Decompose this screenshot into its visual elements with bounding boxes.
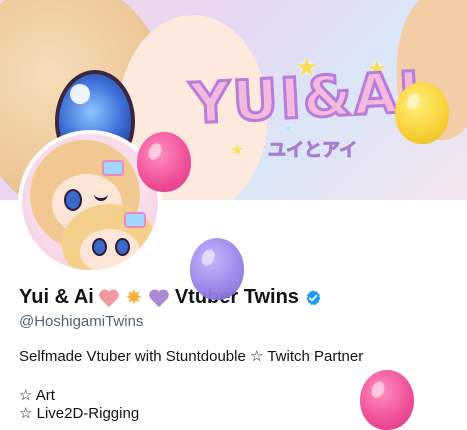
avatar-eye [64, 189, 82, 211]
pink-balloon-icon [137, 132, 191, 192]
hair-bow-icon [102, 160, 124, 176]
avatar-character2-face [80, 229, 140, 270]
bio-item: ☆ Art [19, 387, 55, 404]
star-icon: ★ [230, 142, 245, 159]
purple-balloon-icon [190, 238, 244, 300]
avatar-eye [92, 238, 107, 256]
pink-balloon-icon [360, 370, 414, 430]
verified-badge-icon[interactable] [304, 289, 322, 307]
yellow-balloon-icon [395, 82, 449, 144]
profile-handle: @HoshigamiTwins [19, 313, 144, 330]
profile-name-row: Yui & Ai ✸ Vtuber Twins [19, 286, 322, 309]
glowing-star-icon: ✸ [125, 286, 143, 309]
display-name: Yui & Ai [19, 286, 94, 308]
banner-logo: YUI&AI [187, 58, 425, 138]
banner-eye-shine [70, 84, 90, 104]
avatar-eye [115, 238, 130, 256]
bio-item: ☆ Live2D-Rigging [19, 405, 140, 422]
banner-logo-subtitle: ユイとアイ [267, 140, 358, 162]
profile-bio: Selfmade Vtuber with Stuntdouble ☆ Twitc… [19, 348, 364, 365]
hair-bow-icon [124, 212, 146, 228]
purple-heart-icon [148, 288, 170, 308]
pink-heart-icon [98, 288, 120, 308]
